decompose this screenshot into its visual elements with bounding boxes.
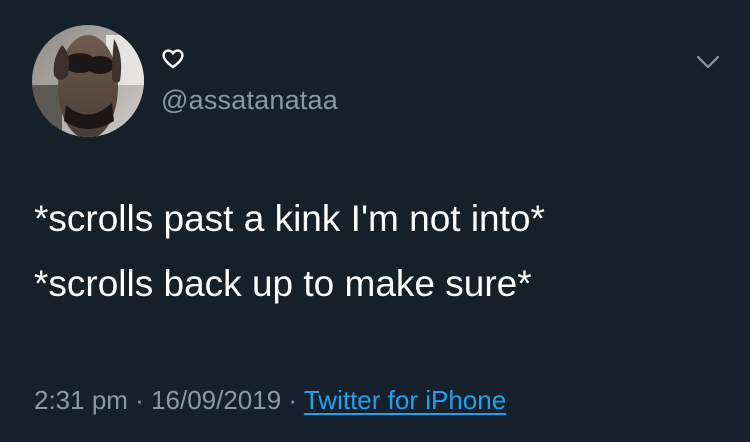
tweet-metadata: 2:31 pm · 16/09/2019 · Twitter for iPhon…: [34, 384, 506, 416]
user-handle[interactable]: @assatanataa: [161, 84, 338, 116]
separator-dot: ·: [281, 385, 304, 415]
tweet-text-line: *scrolls past a kink I'm not into*: [34, 198, 545, 239]
tweet-text: *scrolls past a kink I'm not into* *scro…: [34, 186, 724, 316]
tweet-source-link[interactable]: Twitter for iPhone: [304, 385, 506, 415]
tweet-text-line: *scrolls back up to make sure*: [34, 263, 532, 304]
tweet-date[interactable]: 16/09/2019: [151, 385, 281, 415]
heart-outline-icon: [162, 49, 184, 69]
avatar[interactable]: [32, 25, 144, 137]
tweet-card: @assatanataa *scrolls past a kink I'm no…: [0, 0, 750, 442]
tweet-time[interactable]: 2:31 pm: [34, 385, 128, 415]
avatar-photo: [32, 25, 144, 137]
separator-dot: ·: [127, 385, 152, 415]
chevron-down-icon[interactable]: [695, 52, 721, 72]
